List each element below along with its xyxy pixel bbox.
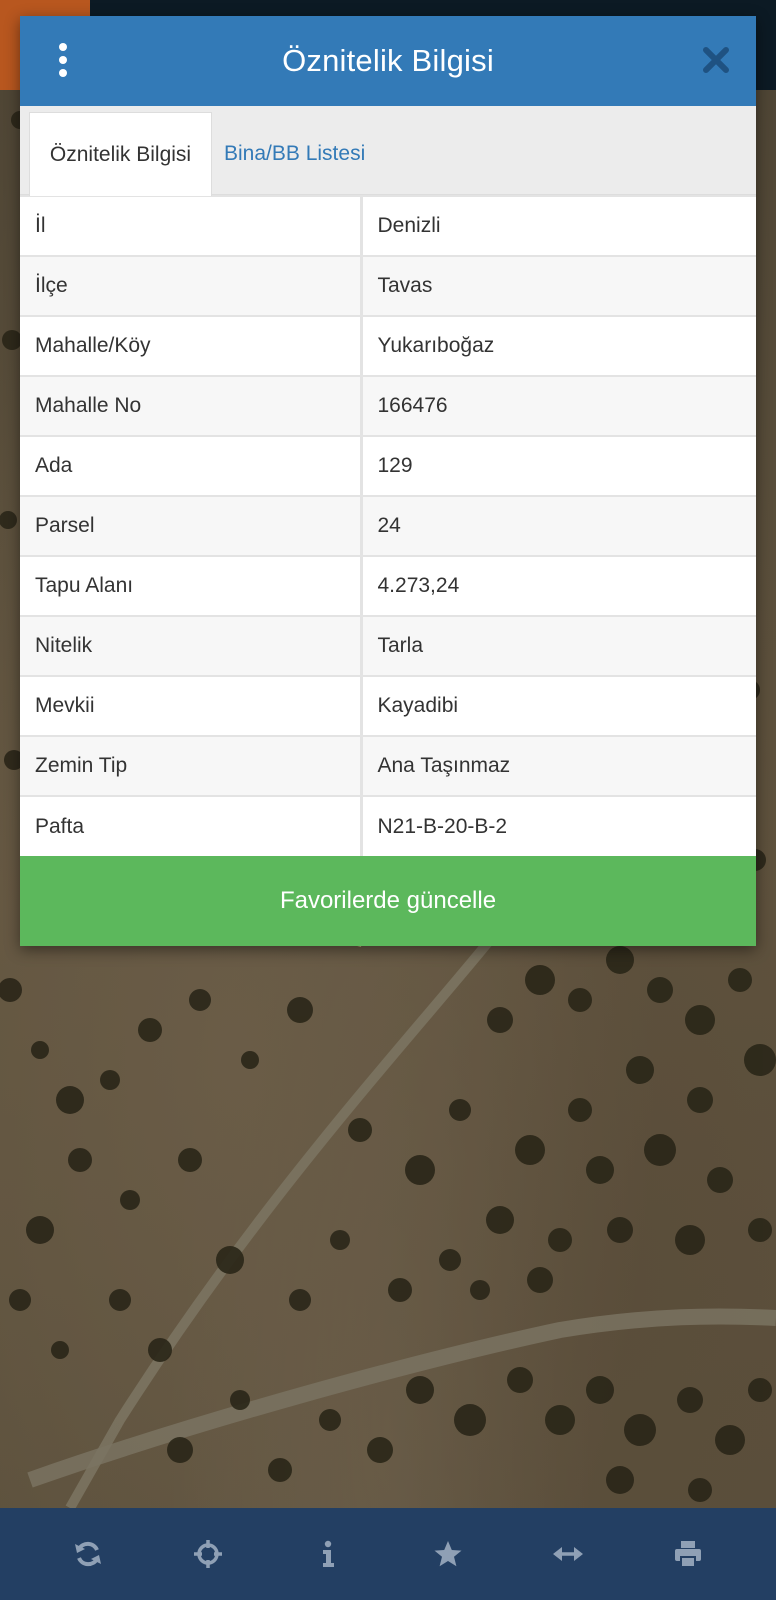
menu-button[interactable] <box>48 40 78 80</box>
attribute-key: Nitelik <box>20 615 363 676</box>
attribute-key: Mahalle/Köy <box>20 315 363 376</box>
attribute-value: N21-B-20-B-2 <box>361 795 756 856</box>
attribute-row: İl Denizli <box>20 195 756 256</box>
attribute-key: Ada <box>20 435 363 496</box>
star-icon <box>434 1541 462 1567</box>
info-button[interactable] <box>304 1530 352 1578</box>
attribute-key: Zemin Tip <box>20 735 363 796</box>
close-button[interactable] <box>698 42 734 78</box>
attribute-row: Mahalle/Köy Yukarıboğaz <box>20 315 756 376</box>
attribute-row: Ada 129 <box>20 435 756 496</box>
modal-header: Öznitelik Bilgisi <box>20 16 756 106</box>
print-button[interactable] <box>664 1530 712 1578</box>
attribute-value: 166476 <box>361 375 756 436</box>
attribute-value: Yukarıboğaz <box>361 315 756 376</box>
attribute-key: Tapu Alanı <box>20 555 363 616</box>
bottom-toolbar <box>0 1508 776 1600</box>
tab-bar: Öznitelik Bilgisi Bina/BB Listesi <box>20 106 756 196</box>
measure-button[interactable] <box>544 1530 592 1578</box>
tab-attribute-info[interactable]: Öznitelik Bilgisi <box>29 112 212 196</box>
print-icon <box>675 1541 701 1568</box>
attribute-value: Denizli <box>361 195 756 256</box>
measure-icon <box>553 1547 583 1561</box>
attribute-row: Pafta N21-B-20-B-2 <box>20 795 756 856</box>
attribute-row: Tapu Alanı 4.273,24 <box>20 555 756 616</box>
attribute-table: İl Denizli İlçe Tavas Mahalle/Köy Yukarıboğaz… <box>20 195 756 856</box>
attribute-key: Pafta <box>20 795 363 856</box>
update-favorites-button[interactable]: Favorilerde güncelle <box>20 856 756 946</box>
attribute-key: Parsel <box>20 495 363 556</box>
attribute-row: Mevkii Kayadibi <box>20 675 756 736</box>
refresh-icon <box>75 1541 101 1567</box>
attribute-key: Mevkii <box>20 675 363 736</box>
attribute-row: Parsel 24 <box>20 495 756 556</box>
attribute-row: Mahalle No 166476 <box>20 375 756 436</box>
attribute-key: İlçe <box>20 255 363 316</box>
refresh-button[interactable] <box>64 1530 112 1578</box>
attribute-value: Kayadibi <box>361 675 756 736</box>
tab-building-list[interactable]: Bina/BB Listesi <box>224 112 365 196</box>
attribute-row: Nitelik Tarla <box>20 615 756 676</box>
menu-dot <box>59 69 67 77</box>
menu-dot <box>59 56 67 64</box>
info-icon <box>323 1540 334 1567</box>
attribute-value: Tarla <box>361 615 756 676</box>
attribute-value: 24 <box>361 495 756 556</box>
attribute-value: Tavas <box>361 255 756 316</box>
attribute-key: İl <box>20 195 363 256</box>
attribute-value: 4.273,24 <box>361 555 756 616</box>
attribute-key: Mahalle No <box>20 375 363 436</box>
attribute-value: Ana Taşınmaz <box>361 735 756 796</box>
attribute-info-modal: Öznitelik Bilgisi Öznitelik Bilgisi Bina… <box>20 16 756 946</box>
locate-button[interactable] <box>184 1530 232 1578</box>
attribute-value: 129 <box>361 435 756 496</box>
close-icon <box>703 47 729 73</box>
attribute-row: Zemin Tip Ana Taşınmaz <box>20 735 756 796</box>
menu-dot <box>59 43 67 51</box>
crosshair-icon <box>194 1540 222 1568</box>
modal-title: Öznitelik Bilgisi <box>282 43 494 78</box>
attribute-row: İlçe Tavas <box>20 255 756 316</box>
favorites-button[interactable] <box>424 1530 472 1578</box>
